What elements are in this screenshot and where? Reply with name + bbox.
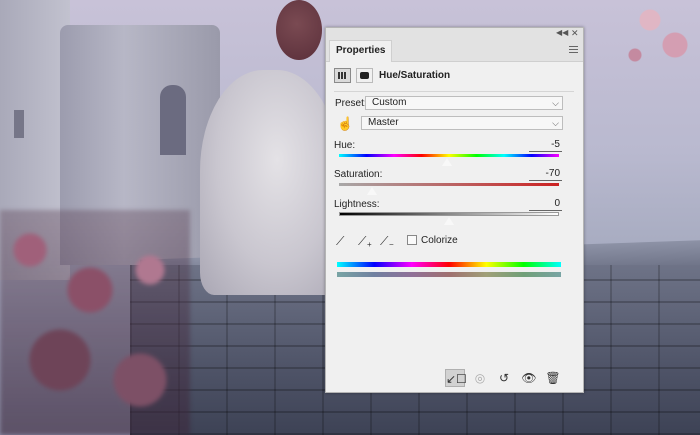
chevron-down-icon: ⌵	[552, 118, 559, 128]
lightness-slider-thumb[interactable]	[443, 216, 455, 226]
pink-flowers-foreground	[0, 210, 190, 435]
layer-mask-icon[interactable]	[356, 68, 373, 83]
clip-to-layer-icon[interactable]: ↙☐	[445, 369, 467, 387]
panel-tabbar: Properties	[326, 38, 583, 62]
on-image-adjust-icon[interactable]: ☝	[337, 117, 353, 131]
input-color-spectrum	[337, 262, 561, 267]
saturation-slider-thumb[interactable]	[366, 186, 378, 196]
lightness-value-field[interactable]: 0	[529, 198, 562, 211]
colorize-checkbox[interactable]	[407, 235, 417, 245]
output-color-spectrum	[337, 272, 561, 277]
eyedropper-subtract-icon[interactable]: ⟋ −	[380, 234, 394, 249]
eye-icon[interactable]: 👁	[519, 369, 539, 387]
collapse-panel-icon[interactable]: ◀◀	[556, 28, 568, 38]
hue-label: Hue:	[334, 140, 356, 151]
panel-title-bar[interactable]: ◀◀ ✕	[326, 28, 583, 38]
hue-saturation-icon[interactable]	[334, 68, 351, 83]
eyedropper-add-icon[interactable]: ⟋ +	[358, 234, 372, 249]
colorize-label: Colorize	[421, 235, 458, 246]
hue-slider-track[interactable]	[339, 154, 559, 157]
channel-dropdown[interactable]: Master ⌵	[361, 116, 563, 130]
properties-panel: ◀◀ ✕ Properties Hue/Saturation Preset: C…	[325, 27, 584, 393]
saturation-value-field[interactable]: -70	[529, 168, 562, 181]
woman-head	[276, 0, 322, 60]
trash-icon[interactable]: 🗑	[543, 369, 563, 387]
preset-value: Custom	[372, 97, 407, 108]
tab-properties[interactable]: Properties	[329, 40, 393, 62]
reset-icon[interactable]: ↺	[494, 369, 514, 387]
blossom-branch	[620, 0, 700, 70]
adjustment-title: Hue/Saturation	[379, 70, 451, 81]
panel-menu-icon[interactable]	[569, 46, 578, 53]
preset-dropdown[interactable]: Custom ⌵	[365, 96, 563, 110]
adjustment-header: Hue/Saturation	[334, 68, 574, 86]
lightness-label: Lightness:	[334, 199, 380, 210]
hue-value-field[interactable]: -5	[529, 139, 562, 152]
woman-in-dress	[200, 70, 340, 295]
panel-footer: ↙☐ ◎ ↺ 👁 🗑	[326, 366, 583, 392]
view-previous-state-icon[interactable]: ◎	[470, 369, 490, 387]
chevron-down-icon: ⌵	[552, 98, 559, 108]
eyedropper-icon[interactable]: ⟋	[336, 234, 350, 248]
channel-value: Master	[368, 117, 399, 128]
divider	[334, 91, 574, 92]
close-icon[interactable]: ✕	[571, 28, 579, 38]
preset-label: Preset:	[335, 98, 367, 109]
saturation-label: Saturation:	[334, 169, 383, 180]
saturation-slider-track[interactable]	[339, 183, 559, 186]
lightness-slider-track[interactable]	[339, 212, 559, 216]
hue-slider-thumb[interactable]	[440, 157, 453, 167]
